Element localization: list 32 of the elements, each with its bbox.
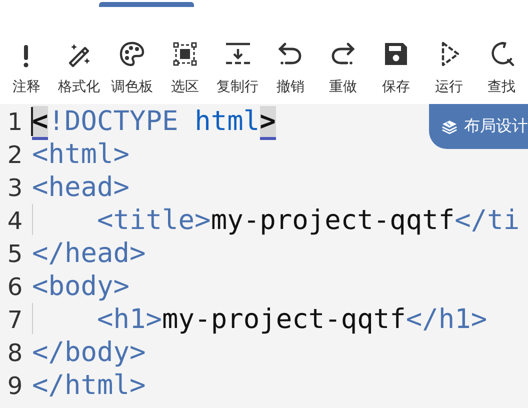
toolbar-button[interactable]: 撤销	[264, 8, 317, 104]
code-line: <body>	[31, 271, 130, 302]
code-line: <!DOCTYPE html>	[30, 106, 276, 137]
exclamation-icon	[23, 44, 30, 68]
line-number: 4	[6, 206, 24, 234]
toolbar-button[interactable]: 格式化	[52, 8, 106, 104]
code-line: <html>	[31, 139, 130, 170]
toolbar-button[interactable]: 注释	[0, 8, 53, 104]
toolbar-button[interactable]: 复制行	[211, 8, 264, 104]
line-number: 3	[6, 174, 24, 202]
line-number: 8	[6, 338, 24, 366]
toolbar-button[interactable]: 调色板	[106, 8, 158, 104]
code-line: <title>my-project-qqtf</ti	[96, 205, 520, 236]
toolbar-button[interactable]: 运行	[422, 8, 476, 104]
line-number: 9	[6, 372, 24, 400]
toolbar-button[interactable]: 查找	[475, 8, 528, 104]
line-number: 6	[6, 272, 24, 300]
toolbar-button[interactable]: 保存	[370, 8, 422, 104]
layout-designer-button[interactable]: 布局设计	[429, 104, 528, 149]
code-line: </body>	[31, 337, 146, 368]
code-line: <h1>my-project-qqtf</h1>	[96, 304, 488, 335]
line-number: 5	[6, 240, 24, 268]
selection-icon	[170, 40, 199, 68]
line-number: 7	[6, 306, 24, 334]
toolbar-button[interactable]: 选区	[158, 8, 212, 104]
code-line: </head>	[31, 238, 146, 269]
palette-icon	[118, 40, 146, 68]
toolbar-button[interactable]: 重做	[316, 8, 370, 104]
code-line: </html>	[31, 370, 146, 401]
line-number: 2	[6, 140, 24, 168]
line-number: 1	[6, 108, 24, 136]
code-line: <head>	[31, 172, 130, 203]
